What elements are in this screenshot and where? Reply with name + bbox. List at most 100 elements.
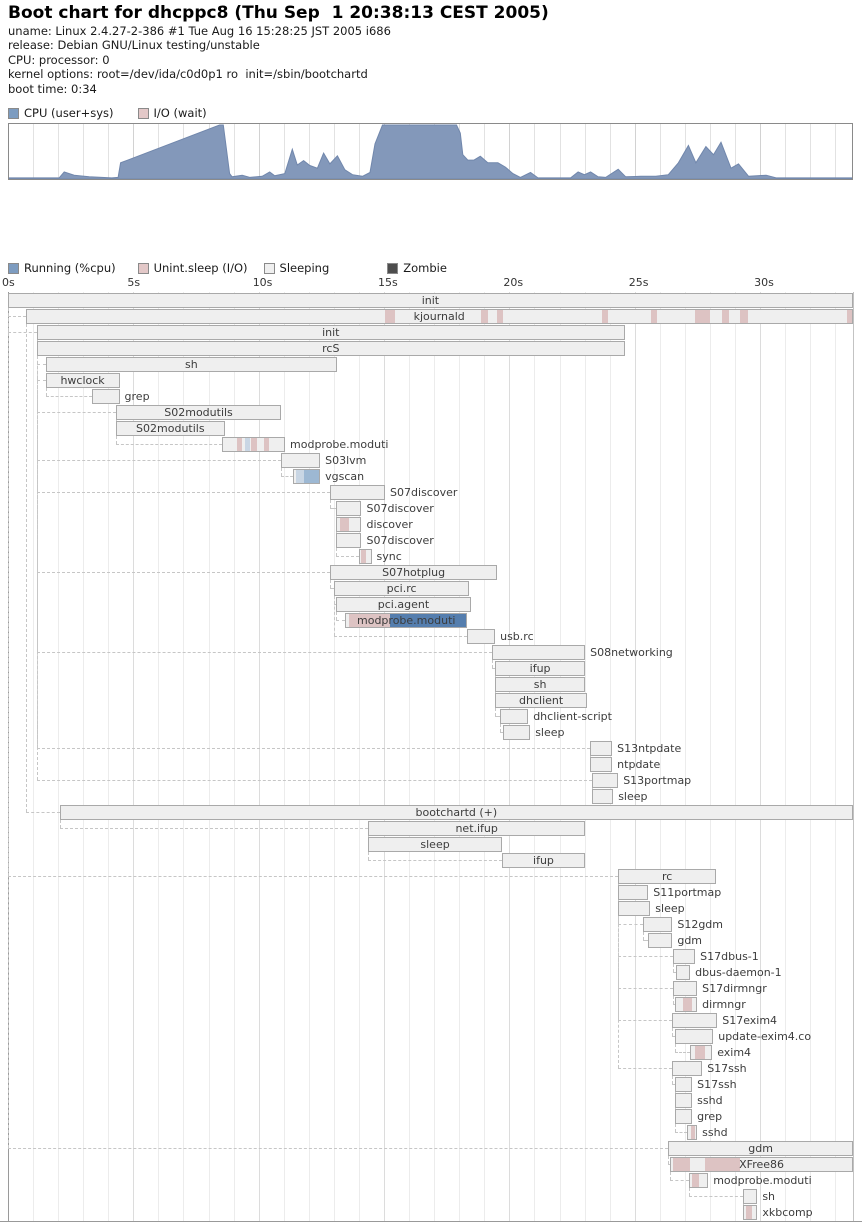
- tree-connector: [675, 1044, 676, 1052]
- gantt-gridline: [810, 292, 811, 1221]
- process-state-segment: [691, 1126, 695, 1139]
- process-bar: [592, 789, 613, 804]
- tree-connector: [37, 748, 590, 749]
- process-label: grep: [125, 389, 150, 404]
- process-label: sh: [495, 677, 585, 692]
- gantt-gridline: [108, 292, 109, 1221]
- gantt-gridline: [234, 292, 235, 1221]
- legend-item: Unint.sleep (I/O): [138, 261, 248, 275]
- axis-tick-label: 0s: [2, 276, 15, 289]
- process-bar: [592, 773, 618, 788]
- info-line: CPU: processor: 0: [8, 53, 391, 67]
- process-label: gdm: [668, 1141, 853, 1156]
- tree-connector: [618, 1020, 672, 1021]
- tree-connector: [368, 852, 369, 860]
- legend-item: Zombie: [387, 261, 447, 275]
- tree-connector: [37, 380, 46, 381]
- tree-connector: [37, 572, 330, 573]
- axis-tick-label: 30s: [754, 276, 774, 289]
- tree-connector: [618, 956, 673, 957]
- process-state-segment: [361, 550, 366, 563]
- gantt-gridline: [585, 292, 586, 1221]
- process-label: net.ifup: [368, 821, 585, 836]
- process-bar: [293, 469, 321, 484]
- process-label: sleep: [535, 725, 564, 740]
- tree-connector: [8, 308, 9, 1148]
- tree-connector: [60, 828, 368, 829]
- tree-connector: [495, 708, 496, 716]
- process-label: S13ntpdate: [617, 741, 681, 756]
- process-label: dbus-daemon-1: [695, 965, 782, 980]
- tree-connector: [675, 1052, 690, 1053]
- tree-connector: [334, 636, 467, 637]
- gantt-gridline: [58, 292, 59, 1221]
- tree-connector: [37, 780, 592, 781]
- process-label: modprobe.moduti: [713, 1173, 811, 1188]
- tree-connector: [618, 924, 643, 925]
- tree-connector: [281, 468, 282, 476]
- process-label: sleep: [618, 789, 647, 804]
- process-bar: [689, 1173, 708, 1188]
- gantt-gridline: [259, 292, 260, 1221]
- process-bar: [675, 1077, 692, 1092]
- process-bar: [281, 453, 320, 468]
- tree-connector: [670, 1172, 671, 1180]
- tree-connector: [37, 652, 492, 653]
- process-bar: [503, 725, 530, 740]
- gantt-gridline: [459, 292, 460, 1221]
- process-bar: [500, 709, 528, 724]
- process-state-segment: [311, 470, 319, 483]
- tree-connector: [672, 1028, 673, 1036]
- process-label: discover: [366, 517, 412, 532]
- process-bar: [330, 485, 385, 500]
- process-label: S07discover: [390, 485, 457, 500]
- tree-connector: [618, 1068, 672, 1069]
- process-bar: [675, 1093, 692, 1108]
- tree-connector: [8, 1148, 668, 1149]
- tree-connector: [26, 812, 60, 813]
- tree-connector: [500, 724, 501, 732]
- process-bar: [648, 933, 672, 948]
- cpu-legend: CPU (user+sys)I/O (wait): [8, 106, 231, 120]
- process-state-segment: [264, 438, 269, 451]
- legend-label: Sleeping: [280, 261, 330, 275]
- process-label: S02modutils: [116, 405, 281, 420]
- process-bar: [359, 549, 372, 564]
- tree-connector: [643, 932, 644, 940]
- tree-connector: [668, 1156, 669, 1164]
- gantt-gridline: [83, 292, 84, 1221]
- tree-connector: [330, 580, 331, 588]
- tree-connector: [618, 988, 673, 989]
- legend-swatch-icon: [264, 263, 275, 274]
- tree-connector: [116, 444, 223, 445]
- gantt-gridline: [484, 292, 485, 1221]
- process-label: XFree86: [670, 1157, 853, 1172]
- process-state-legend: Running (%cpu) Unint.sleep (I/O) Sleeping Z…: [8, 261, 447, 275]
- process-label: sshd: [702, 1125, 727, 1140]
- gantt-gridline: [359, 292, 360, 1221]
- tree-connector: [334, 596, 335, 636]
- tree-connector: [689, 1188, 690, 1196]
- process-label: bootchartd (+): [60, 805, 853, 820]
- process-state-segment: [304, 470, 312, 483]
- page-title: Boot chart for dhcppc8 (Thu Sep 1 20:38:…: [8, 3, 549, 23]
- gantt-gridline: [309, 292, 310, 1221]
- tree-connector: [8, 316, 26, 317]
- process-label: pci.rc: [334, 581, 469, 596]
- tree-connector: [60, 820, 61, 828]
- gantt-right-edge: [853, 292, 854, 1221]
- tree-connector: [37, 412, 116, 413]
- tree-connector: [336, 612, 337, 620]
- process-label: grep: [697, 1109, 722, 1124]
- gantt-gridline: [560, 292, 561, 1221]
- process-label: modprobe.moduti: [290, 437, 388, 452]
- process-bar: [675, 1029, 713, 1044]
- process-state-segment: [683, 998, 692, 1011]
- tree-connector: [673, 996, 674, 1004]
- legend-label: Running (%cpu): [24, 261, 116, 275]
- tree-connector: [336, 620, 345, 621]
- process-label: S03lvm: [325, 453, 366, 468]
- tree-connector: [116, 436, 117, 444]
- process-label: S02modutils: [116, 421, 225, 436]
- process-label: sh: [762, 1189, 775, 1204]
